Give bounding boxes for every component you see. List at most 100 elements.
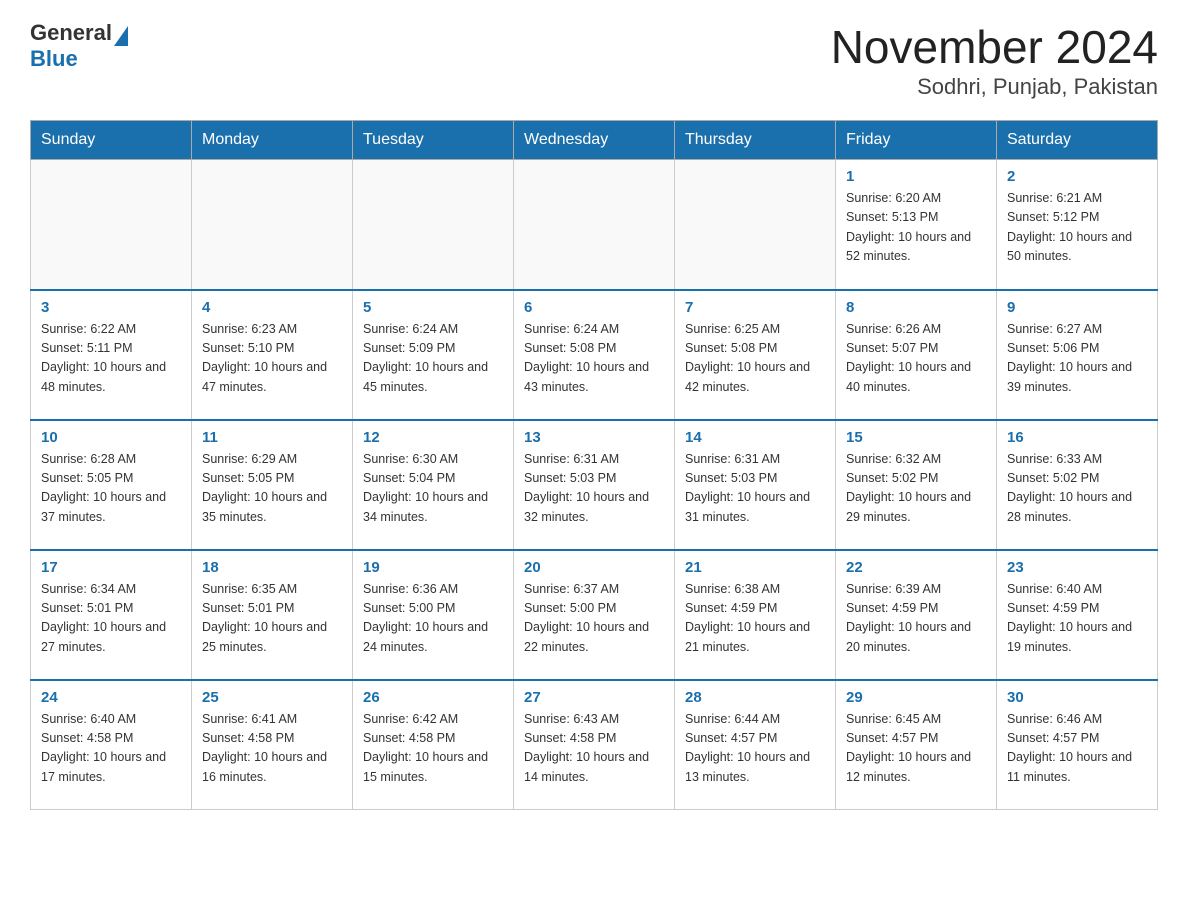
calendar-cell: 30 Sunrise: 6:46 AMSunset: 4:57 PMDayligh… — [997, 680, 1158, 810]
day-info: Sunrise: 6:30 AMSunset: 5:04 PMDaylight:… — [363, 450, 503, 528]
day-number: 28 — [685, 689, 825, 706]
day-info: Sunrise: 6:46 AMSunset: 4:57 PMDaylight:… — [1007, 710, 1147, 788]
week-row-2: 3 Sunrise: 6:22 AMSunset: 5:11 PMDaylight… — [31, 290, 1158, 420]
calendar-cell: 15 Sunrise: 6:32 AMSunset: 5:02 PMDayligh… — [836, 420, 997, 550]
day-number: 27 — [524, 689, 664, 706]
header-wednesday: Wednesday — [514, 121, 675, 160]
logo-triangle-icon — [114, 26, 128, 46]
day-number: 24 — [41, 689, 181, 706]
day-number: 22 — [846, 559, 986, 576]
calendar-cell: 13 Sunrise: 6:31 AMSunset: 5:03 PMDayligh… — [514, 420, 675, 550]
day-info: Sunrise: 6:39 AMSunset: 4:59 PMDaylight:… — [846, 580, 986, 658]
day-info: Sunrise: 6:45 AMSunset: 4:57 PMDaylight:… — [846, 710, 986, 788]
calendar-cell: 24 Sunrise: 6:40 AMSunset: 4:58 PMDayligh… — [31, 680, 192, 810]
day-number: 6 — [524, 299, 664, 316]
calendar-cell: 22 Sunrise: 6:39 AMSunset: 4:59 PMDayligh… — [836, 550, 997, 680]
day-number: 13 — [524, 429, 664, 446]
day-number: 30 — [1007, 689, 1147, 706]
header-tuesday: Tuesday — [353, 121, 514, 160]
day-info: Sunrise: 6:42 AMSunset: 4:58 PMDaylight:… — [363, 710, 503, 788]
day-number: 3 — [41, 299, 181, 316]
calendar-cell: 27Sunrise: 6:43 AMSunset: 4:58 PMDayligh… — [514, 680, 675, 810]
calendar-cell: 18 Sunrise: 6:35 AMSunset: 5:01 PMDayligh… — [192, 550, 353, 680]
day-number: 19 — [363, 559, 503, 576]
day-number: 2 — [1007, 168, 1147, 185]
calendar-cell — [514, 160, 675, 290]
calendar-cell: 14 Sunrise: 6:31 AMSunset: 5:03 PMDayligh… — [675, 420, 836, 550]
day-info: Sunrise: 6:35 AMSunset: 5:01 PMDaylight:… — [202, 580, 342, 658]
day-number: 25 — [202, 689, 342, 706]
logo: General Blue — [30, 20, 128, 72]
day-info: Sunrise: 6:36 AMSunset: 5:00 PMDaylight:… — [363, 580, 503, 658]
calendar-cell: 20 Sunrise: 6:37 AMSunset: 5:00 PMDayligh… — [514, 550, 675, 680]
calendar-cell: 8 Sunrise: 6:26 AMSunset: 5:07 PMDaylight… — [836, 290, 997, 420]
day-info: Sunrise: 6:25 AMSunset: 5:08 PMDaylight:… — [685, 320, 825, 398]
day-info: Sunrise: 6:33 AMSunset: 5:02 PMDaylight:… — [1007, 450, 1147, 528]
day-info: Sunrise: 6:34 AMSunset: 5:01 PMDaylight:… — [41, 580, 181, 658]
calendar-cell: 26Sunrise: 6:42 AMSunset: 4:58 PMDayligh… — [353, 680, 514, 810]
calendar-cell: 25 Sunrise: 6:41 AMSunset: 4:58 PMDayligh… — [192, 680, 353, 810]
calendar-location: Sodhri, Punjab, Pakistan — [831, 74, 1158, 100]
day-info: Sunrise: 6:24 AMSunset: 5:08 PMDaylight:… — [524, 320, 664, 398]
calendar-cell — [675, 160, 836, 290]
calendar-cell: 2 Sunrise: 6:21 AMSunset: 5:12 PMDaylight… — [997, 160, 1158, 290]
calendar-cell: 12 Sunrise: 6:30 AMSunset: 5:04 PMDayligh… — [353, 420, 514, 550]
day-number: 8 — [846, 299, 986, 316]
day-info: Sunrise: 6:41 AMSunset: 4:58 PMDaylight:… — [202, 710, 342, 788]
day-info: Sunrise: 6:40 AMSunset: 4:59 PMDaylight:… — [1007, 580, 1147, 658]
calendar-cell — [31, 160, 192, 290]
day-number: 23 — [1007, 559, 1147, 576]
day-info: Sunrise: 6:24 AMSunset: 5:09 PMDaylight:… — [363, 320, 503, 398]
day-info: Sunrise: 6:27 AMSunset: 5:06 PMDaylight:… — [1007, 320, 1147, 398]
calendar-cell: 23 Sunrise: 6:40 AMSunset: 4:59 PMDayligh… — [997, 550, 1158, 680]
day-number: 20 — [524, 559, 664, 576]
calendar-cell: 11 Sunrise: 6:29 AMSunset: 5:05 PMDayligh… — [192, 420, 353, 550]
header-friday: Friday — [836, 121, 997, 160]
day-info: Sunrise: 6:22 AMSunset: 5:11 PMDaylight:… — [41, 320, 181, 398]
calendar-cell — [353, 160, 514, 290]
day-number: 10 — [41, 429, 181, 446]
day-number: 1 — [846, 168, 986, 185]
header-thursday: Thursday — [675, 121, 836, 160]
page-header: General Blue November 2024 Sodhri, Punja… — [30, 20, 1158, 100]
calendar-cell: 1 Sunrise: 6:20 AMSunset: 5:13 PMDaylight… — [836, 160, 997, 290]
calendar-cell: 3 Sunrise: 6:22 AMSunset: 5:11 PMDaylight… — [31, 290, 192, 420]
day-info: Sunrise: 6:29 AMSunset: 5:05 PMDaylight:… — [202, 450, 342, 528]
day-number: 17 — [41, 559, 181, 576]
calendar-cell: 21Sunrise: 6:38 AMSunset: 4:59 PMDayligh… — [675, 550, 836, 680]
day-info: Sunrise: 6:26 AMSunset: 5:07 PMDaylight:… — [846, 320, 986, 398]
header-monday: Monday — [192, 121, 353, 160]
day-info: Sunrise: 6:31 AMSunset: 5:03 PMDaylight:… — [685, 450, 825, 528]
calendar-cell: 29 Sunrise: 6:45 AMSunset: 4:57 PMDayligh… — [836, 680, 997, 810]
calendar-cell: 10 Sunrise: 6:28 AMSunset: 5:05 PMDayligh… — [31, 420, 192, 550]
calendar-cell: 4Sunrise: 6:23 AMSunset: 5:10 PMDaylight… — [192, 290, 353, 420]
day-info: Sunrise: 6:40 AMSunset: 4:58 PMDaylight:… — [41, 710, 181, 788]
calendar-cell: 5Sunrise: 6:24 AMSunset: 5:09 PMDaylight… — [353, 290, 514, 420]
day-number: 12 — [363, 429, 503, 446]
day-info: Sunrise: 6:20 AMSunset: 5:13 PMDaylight:… — [846, 189, 986, 267]
calendar-month-year: November 2024 — [831, 20, 1158, 74]
week-row-1: 1 Sunrise: 6:20 AMSunset: 5:13 PMDaylight… — [31, 160, 1158, 290]
day-info: Sunrise: 6:32 AMSunset: 5:02 PMDaylight:… — [846, 450, 986, 528]
day-info: Sunrise: 6:21 AMSunset: 5:12 PMDaylight:… — [1007, 189, 1147, 267]
header-saturday: Saturday — [997, 121, 1158, 160]
day-info: Sunrise: 6:38 AMSunset: 4:59 PMDaylight:… — [685, 580, 825, 658]
day-number: 15 — [846, 429, 986, 446]
day-number: 4 — [202, 299, 342, 316]
day-number: 11 — [202, 429, 342, 446]
week-row-4: 17 Sunrise: 6:34 AMSunset: 5:01 PMDayligh… — [31, 550, 1158, 680]
calendar-cell: 16 Sunrise: 6:33 AMSunset: 5:02 PMDayligh… — [997, 420, 1158, 550]
day-info: Sunrise: 6:37 AMSunset: 5:00 PMDaylight:… — [524, 580, 664, 658]
calendar-cell — [192, 160, 353, 290]
calendar-cell: 6 Sunrise: 6:24 AMSunset: 5:08 PMDaylight… — [514, 290, 675, 420]
day-info: Sunrise: 6:28 AMSunset: 5:05 PMDaylight:… — [41, 450, 181, 528]
day-number: 18 — [202, 559, 342, 576]
day-number: 16 — [1007, 429, 1147, 446]
logo-blue-text: Blue — [30, 46, 78, 72]
day-number: 29 — [846, 689, 986, 706]
calendar-table: SundayMondayTuesdayWednesdayThursdayFrid… — [30, 120, 1158, 810]
day-info: Sunrise: 6:44 AMSunset: 4:57 PMDaylight:… — [685, 710, 825, 788]
day-info: Sunrise: 6:31 AMSunset: 5:03 PMDaylight:… — [524, 450, 664, 528]
day-number: 14 — [685, 429, 825, 446]
calendar-cell: 7Sunrise: 6:25 AMSunset: 5:08 PMDaylight… — [675, 290, 836, 420]
